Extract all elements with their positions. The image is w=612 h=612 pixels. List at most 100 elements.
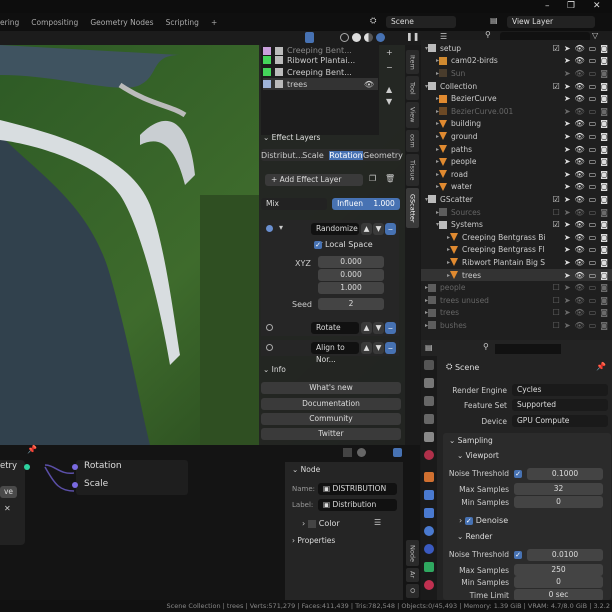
render-tab-icon[interactable] (424, 378, 434, 388)
render-icon[interactable]: ◙ (600, 107, 608, 116)
gizmo-toggle-icon[interactable] (305, 32, 314, 43)
spacer[interactable] (556, 56, 560, 65)
exclude-checkbox[interactable]: ☑ (553, 82, 560, 91)
visibility-icon[interactable]: 👁 (364, 80, 374, 89)
tab-o[interactable]: O (406, 584, 419, 598)
visibility-icon[interactable]: 👁 (575, 258, 585, 267)
tool-tab-icon[interactable] (424, 360, 434, 370)
tab-ar[interactable]: Ar (406, 568, 419, 582)
list-move-up-button[interactable]: ▲ (386, 85, 392, 94)
effect-name[interactable]: Align to Nor... (311, 342, 359, 364)
viewport-icon[interactable]: ▭ (589, 107, 597, 116)
spacer[interactable] (556, 94, 560, 103)
output-tab-icon[interactable] (424, 396, 434, 406)
viewport-icon[interactable]: ▭ (589, 258, 597, 267)
selectable-icon[interactable]: ➤ (564, 271, 571, 280)
object-tab-icon[interactable] (424, 472, 434, 482)
visibility-icon[interactable]: 👁 (575, 119, 585, 128)
viewport-icon[interactable]: ▭ (589, 245, 597, 254)
list-icon[interactable]: ☰ (374, 518, 381, 527)
influence-slider[interactable]: Influen 1.000 (332, 198, 400, 210)
outliner-item[interactable]: ▸ trees ☐ ➤ 👁 ▭ ◙ (421, 307, 612, 320)
exclude-checkbox[interactable]: ☐ (553, 208, 560, 217)
exclude-checkbox[interactable]: ☑ (553, 195, 560, 204)
outliner-item[interactable]: ▸ ground ➤ 👁 ▭ ◙ (421, 130, 612, 143)
viewport-icon[interactable]: ▭ (589, 157, 597, 166)
visibility-icon[interactable]: 👁 (575, 56, 585, 65)
visibility-icon[interactable]: 👁 (575, 308, 585, 317)
selectable-icon[interactable]: ➤ (564, 44, 571, 53)
outliner-item[interactable]: ▸ people ☐ ➤ 👁 ▭ ◙ (421, 281, 612, 294)
view-layer-tab-icon[interactable] (424, 414, 434, 424)
render-icon[interactable]: ◙ (600, 132, 608, 141)
selectable-icon[interactable]: ➤ (564, 208, 571, 217)
info-header[interactable]: ⌄ Info (263, 365, 286, 374)
render-icon[interactable]: ◙ (600, 208, 608, 217)
viewport-icon[interactable]: ▭ (589, 44, 597, 53)
selectable-icon[interactable]: ➤ (564, 56, 571, 65)
viewport-icon[interactable]: ▭ (589, 119, 597, 128)
device-select[interactable]: GPU Compute (512, 415, 608, 427)
outliner-item[interactable]: ▸ Sun ➤ 👁 ▭ ◙ (421, 67, 612, 80)
properties-panel-header[interactable]: › Properties (292, 536, 335, 545)
tab-geometry[interactable]: Geometry (363, 151, 403, 160)
outliner-item[interactable]: ▸ cam02-birds ➤ 👁 ▭ ◙ (421, 55, 612, 68)
render-icon[interactable]: ◙ (600, 296, 608, 305)
render-icon[interactable]: ◙ (600, 94, 608, 103)
exclude-checkbox[interactable]: ☐ (553, 308, 560, 317)
visibility-icon[interactable]: 👁 (575, 220, 585, 229)
blend-mode-select[interactable]: Mix (261, 198, 327, 210)
selectable-icon[interactable]: ➤ (564, 119, 571, 128)
list-item[interactable]: Creeping Bent... (263, 66, 378, 78)
tab-view[interactable]: View (406, 102, 419, 128)
effect-enabled-toggle[interactable] (266, 225, 273, 232)
viewport-noise-threshold-field[interactable]: 0.1000 (527, 468, 603, 480)
visibility-icon[interactable]: 👁 (575, 271, 585, 280)
tab-scale[interactable]: Scale (297, 151, 329, 160)
outliner-item[interactable]: ▸ people ➤ 👁 ▭ ◙ (421, 155, 612, 168)
solid-shading-icon[interactable] (352, 33, 361, 42)
selectable-icon[interactable]: ➤ (564, 182, 571, 191)
viewport-icon[interactable]: ▭ (589, 132, 597, 141)
render-icon[interactable]: ◙ (600, 157, 608, 166)
spacer[interactable] (556, 69, 560, 78)
outliner-item[interactable]: ▸ Sources ☐ ➤ 👁 ▭ ◙ (421, 206, 612, 219)
denoise-checkbox[interactable]: › ✓ Denoise (459, 516, 508, 525)
tab-gscatter[interactable]: GScatter (406, 188, 419, 228)
visibility-icon[interactable]: 👁 (575, 82, 585, 91)
selectable-icon[interactable]: ➤ (564, 195, 571, 204)
node-label-field[interactable]: ▣ Distribution (318, 499, 397, 511)
viewport-min-samples-field[interactable]: 0 (514, 496, 603, 508)
render-icon[interactable]: ◙ (600, 283, 608, 292)
spacer[interactable] (556, 145, 560, 154)
render-icon[interactable]: ◙ (600, 195, 608, 204)
visibility-icon[interactable]: 👁 (575, 107, 585, 116)
wireframe-shading-icon[interactable] (340, 33, 349, 42)
seed-field[interactable]: 2 (318, 298, 384, 310)
tab-scripting[interactable]: Scripting (166, 18, 199, 27)
filter-icon[interactable]: ▽ (592, 31, 598, 40)
viewport-icon[interactable]: ▭ (589, 94, 597, 103)
selectable-icon[interactable]: ➤ (564, 296, 571, 305)
tab-geometry-nodes[interactable]: Geometry Nodes (90, 18, 153, 27)
close-icon[interactable]: ✕ (4, 504, 11, 513)
outliner-item[interactable]: ▸ Ribwort Plantain Big S ➤ 👁 ▭ ◙ (421, 256, 612, 269)
tab-rendering[interactable]: ering (0, 18, 19, 27)
selectable-icon[interactable]: ➤ (564, 132, 571, 141)
move-up-button[interactable]: ▲ (361, 342, 372, 354)
add-workspace-button[interactable]: + (211, 18, 217, 27)
color-checkbox[interactable]: › Color (302, 519, 340, 528)
viewport-icon[interactable]: ▭ (589, 296, 597, 305)
node-button[interactable]: ve (0, 486, 17, 498)
list-item[interactable]: Ribwort Plantai... (263, 54, 378, 66)
constraints-tab-icon[interactable] (424, 544, 434, 554)
selectable-icon[interactable]: ➤ (564, 233, 571, 242)
noise-threshold-checkbox[interactable]: ✓ (514, 551, 522, 559)
node-panel-header[interactable]: ⌄ Node (292, 465, 320, 474)
duplicate-icon[interactable]: ❐ (369, 174, 376, 183)
render-icon[interactable]: ◙ (600, 82, 608, 91)
outliner-item[interactable]: ▸ BezierCurve ➤ 👁 ▭ ◙ (421, 92, 612, 105)
viewport-icon[interactable]: ▭ (589, 283, 597, 292)
z-field[interactable]: 1.000 (318, 282, 384, 294)
render-icon[interactable]: ◙ (600, 56, 608, 65)
